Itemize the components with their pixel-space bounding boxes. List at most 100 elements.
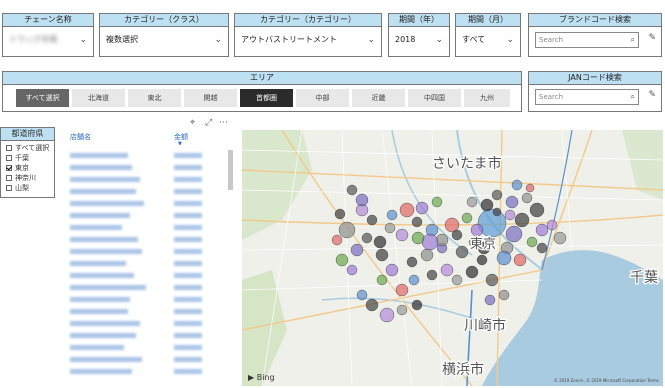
store-bubble[interactable] <box>535 223 549 237</box>
store-bubble[interactable] <box>536 242 548 254</box>
store-bubble[interactable] <box>505 225 523 243</box>
focus-mode-icon[interactable]: ⤢ <box>205 118 212 128</box>
store-bubble[interactable] <box>395 228 409 242</box>
store-bubble[interactable] <box>334 208 346 220</box>
area-button-shutoken[interactable]: 首都圏 <box>239 88 294 108</box>
table-row[interactable] <box>70 176 230 184</box>
more-options-icon[interactable]: ⋯ <box>219 118 229 128</box>
store-bubble[interactable] <box>395 283 409 297</box>
area-button-chubu[interactable]: 中部 <box>295 88 350 108</box>
store-bubble[interactable] <box>415 201 429 215</box>
category-category-dropdown[interactable]: アウトバストリートメント ⌄ <box>239 32 377 48</box>
store-bubble[interactable] <box>514 212 530 228</box>
store-bubble[interactable] <box>546 219 558 231</box>
checkbox[interactable] <box>6 185 12 191</box>
store-bubble[interactable] <box>455 245 469 259</box>
store-bubble[interactable] <box>386 209 398 221</box>
store-bubble[interactable] <box>431 196 443 208</box>
prefecture-item-tokyo[interactable]: 東京 <box>6 163 51 173</box>
eraser-icon[interactable]: ✎ <box>648 90 656 100</box>
store-bubble[interactable] <box>496 250 512 266</box>
map-visual[interactable]: さいたま市 東京 千葉 川崎市 横浜市 ▶ Bing © 2019 Zenrin… <box>242 130 663 386</box>
store-bubble[interactable] <box>451 229 463 241</box>
store-bubble[interactable] <box>451 274 463 286</box>
store-bubble[interactable] <box>513 253 527 267</box>
prefecture-item-yamanashi[interactable]: 山梨 <box>6 183 51 193</box>
store-bubble[interactable] <box>396 304 408 316</box>
area-button-all[interactable]: すべて選択 <box>15 88 70 108</box>
store-bubble[interactable] <box>492 207 502 217</box>
store-bubble[interactable] <box>476 254 488 266</box>
table-row[interactable] <box>70 212 230 220</box>
store-bubble[interactable] <box>373 235 387 249</box>
table-row[interactable] <box>70 368 230 376</box>
store-bubble[interactable] <box>385 263 399 277</box>
store-bubble[interactable] <box>553 231 567 245</box>
category-class-slicer[interactable]: カテゴリー（クラス） 複数選択 ⌄ <box>99 13 229 57</box>
pin-icon[interactable]: ⌖ <box>190 118 195 128</box>
brand-search-input[interactable]: Search ⌕ <box>535 32 639 48</box>
store-bubble[interactable] <box>346 264 358 276</box>
store-bubble[interactable] <box>379 307 395 323</box>
table-row[interactable] <box>70 344 230 352</box>
store-bubble[interactable] <box>338 221 356 239</box>
table-row[interactable] <box>70 308 230 316</box>
store-bubble[interactable] <box>420 248 434 262</box>
store-bubble[interactable] <box>356 289 368 301</box>
chain-slicer[interactable]: チェーン名称 ドラッグ市場 ⌄ <box>2 13 94 57</box>
column-header-store[interactable]: 店舗名 <box>70 132 91 142</box>
period-month-slicer[interactable]: 期間（月） すべて ⌄ <box>455 13 521 57</box>
table-row[interactable] <box>70 152 230 160</box>
store-bubble[interactable] <box>411 231 425 245</box>
prefecture-item-all[interactable]: すべて選択 <box>6 143 51 153</box>
checkbox[interactable] <box>6 155 12 161</box>
store-bubble[interactable] <box>355 193 369 207</box>
period-month-dropdown[interactable]: すべて ⌄ <box>460 32 516 48</box>
prefecture-item-chiba[interactable]: 千葉 <box>6 153 51 163</box>
store-bubble[interactable] <box>331 234 343 246</box>
table-row[interactable] <box>70 248 230 256</box>
store-bubble[interactable] <box>375 248 389 262</box>
area-button-kanetsu[interactable]: 関越 <box>183 88 238 108</box>
store-bubble[interactable] <box>411 216 423 228</box>
area-button-hokkaido[interactable]: 北海道 <box>71 88 126 108</box>
area-button-kinki[interactable]: 近畿 <box>351 88 406 108</box>
store-bubble[interactable] <box>480 198 494 212</box>
store-bubble[interactable] <box>525 183 535 193</box>
store-bubble[interactable] <box>346 184 358 196</box>
store-bubble[interactable] <box>498 289 510 301</box>
eraser-icon[interactable]: ✎ <box>648 33 656 43</box>
store-bubble[interactable] <box>529 202 545 218</box>
store-bubble[interactable] <box>521 192 533 204</box>
store-bubble[interactable] <box>408 274 420 286</box>
store-bubble[interactable] <box>511 179 523 191</box>
store-bubble[interactable] <box>505 195 519 209</box>
store-bubble[interactable] <box>350 243 364 257</box>
store-bubble[interactable] <box>465 265 479 279</box>
search-icon[interactable]: ⌕ <box>631 90 635 104</box>
checkbox-checked[interactable] <box>6 165 12 171</box>
table-row[interactable] <box>70 164 230 172</box>
table-row[interactable] <box>70 332 230 340</box>
store-bubble[interactable] <box>491 189 503 201</box>
store-bubble[interactable] <box>470 223 484 237</box>
table-row[interactable] <box>70 188 230 196</box>
store-bubble[interactable] <box>484 294 496 306</box>
period-year-dropdown[interactable]: 2018 ⌄ <box>393 32 445 48</box>
search-icon[interactable]: ⌕ <box>631 33 635 47</box>
period-year-slicer[interactable]: 期間（年） 2018 ⌄ <box>388 13 450 57</box>
table-row[interactable] <box>70 320 230 328</box>
checkbox[interactable] <box>6 145 12 151</box>
table-row[interactable] <box>70 284 230 292</box>
table-row[interactable] <box>70 236 230 244</box>
store-bubble[interactable] <box>406 256 418 268</box>
map-copyright[interactable]: © 2019 Zenrin, © 2019 Microsoft Corporat… <box>554 378 659 383</box>
store-bubble[interactable] <box>485 273 499 287</box>
area-button-kyushu[interactable]: 九州 <box>463 88 511 108</box>
category-class-dropdown[interactable]: 複数選択 ⌄ <box>104 32 224 48</box>
store-bubble[interactable] <box>361 232 373 244</box>
store-bubble[interactable] <box>399 202 415 218</box>
store-bubble[interactable] <box>411 299 423 311</box>
store-bubble[interactable] <box>376 274 388 286</box>
table-row[interactable] <box>70 224 230 232</box>
